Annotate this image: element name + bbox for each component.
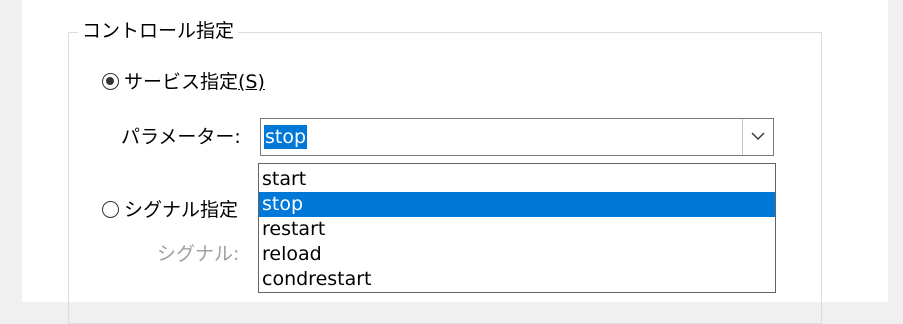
radio-checked-dot (106, 77, 114, 85)
parameter-combobox[interactable]: stop (260, 118, 774, 156)
dropdown-option-condrestart[interactable]: condrestart (259, 267, 775, 292)
dropdown-option-reload[interactable]: reload (259, 242, 775, 267)
dropdown-option-stop[interactable]: stop (259, 192, 775, 217)
dropdown-button[interactable] (742, 119, 773, 155)
chevron-down-icon (751, 132, 765, 140)
dropdown-option-start[interactable]: start (259, 167, 775, 192)
signal-radio[interactable] (102, 201, 119, 218)
signal-label: シグナル: (157, 243, 240, 265)
service-label-text: サービス指定 (124, 71, 239, 93)
parameter-value[interactable]: stop (264, 125, 308, 149)
parameter-dropdown-list: start stop restart reload condrestart (258, 163, 776, 293)
service-radio[interactable] (102, 73, 119, 90)
dropdown-option-restart[interactable]: restart (259, 217, 775, 242)
service-radio-label[interactable]: サービス指定(S) (124, 70, 265, 94)
groupbox-title: コントロール指定 (78, 18, 239, 44)
signal-radio-label[interactable]: シグナル指定 (124, 198, 238, 222)
service-mnemonic: (S) (238, 71, 265, 93)
parameter-label: パラメーター: (121, 126, 241, 148)
